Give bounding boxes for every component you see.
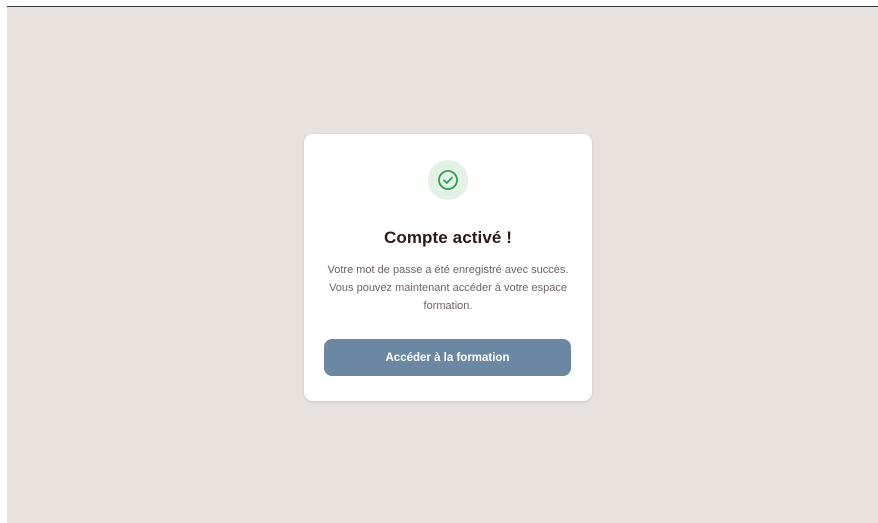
- success-icon-badge: [428, 160, 468, 200]
- check-circle-icon: [438, 170, 458, 190]
- dialog-title: Compte activé !: [383, 228, 513, 247]
- activation-success-card: Compte activé ! Votre mot de passe a été…: [304, 134, 592, 401]
- dialog-message: Votre mot de passe a été enregistré avec…: [327, 264, 569, 312]
- access-training-button[interactable]: Accéder à la formation: [324, 339, 571, 376]
